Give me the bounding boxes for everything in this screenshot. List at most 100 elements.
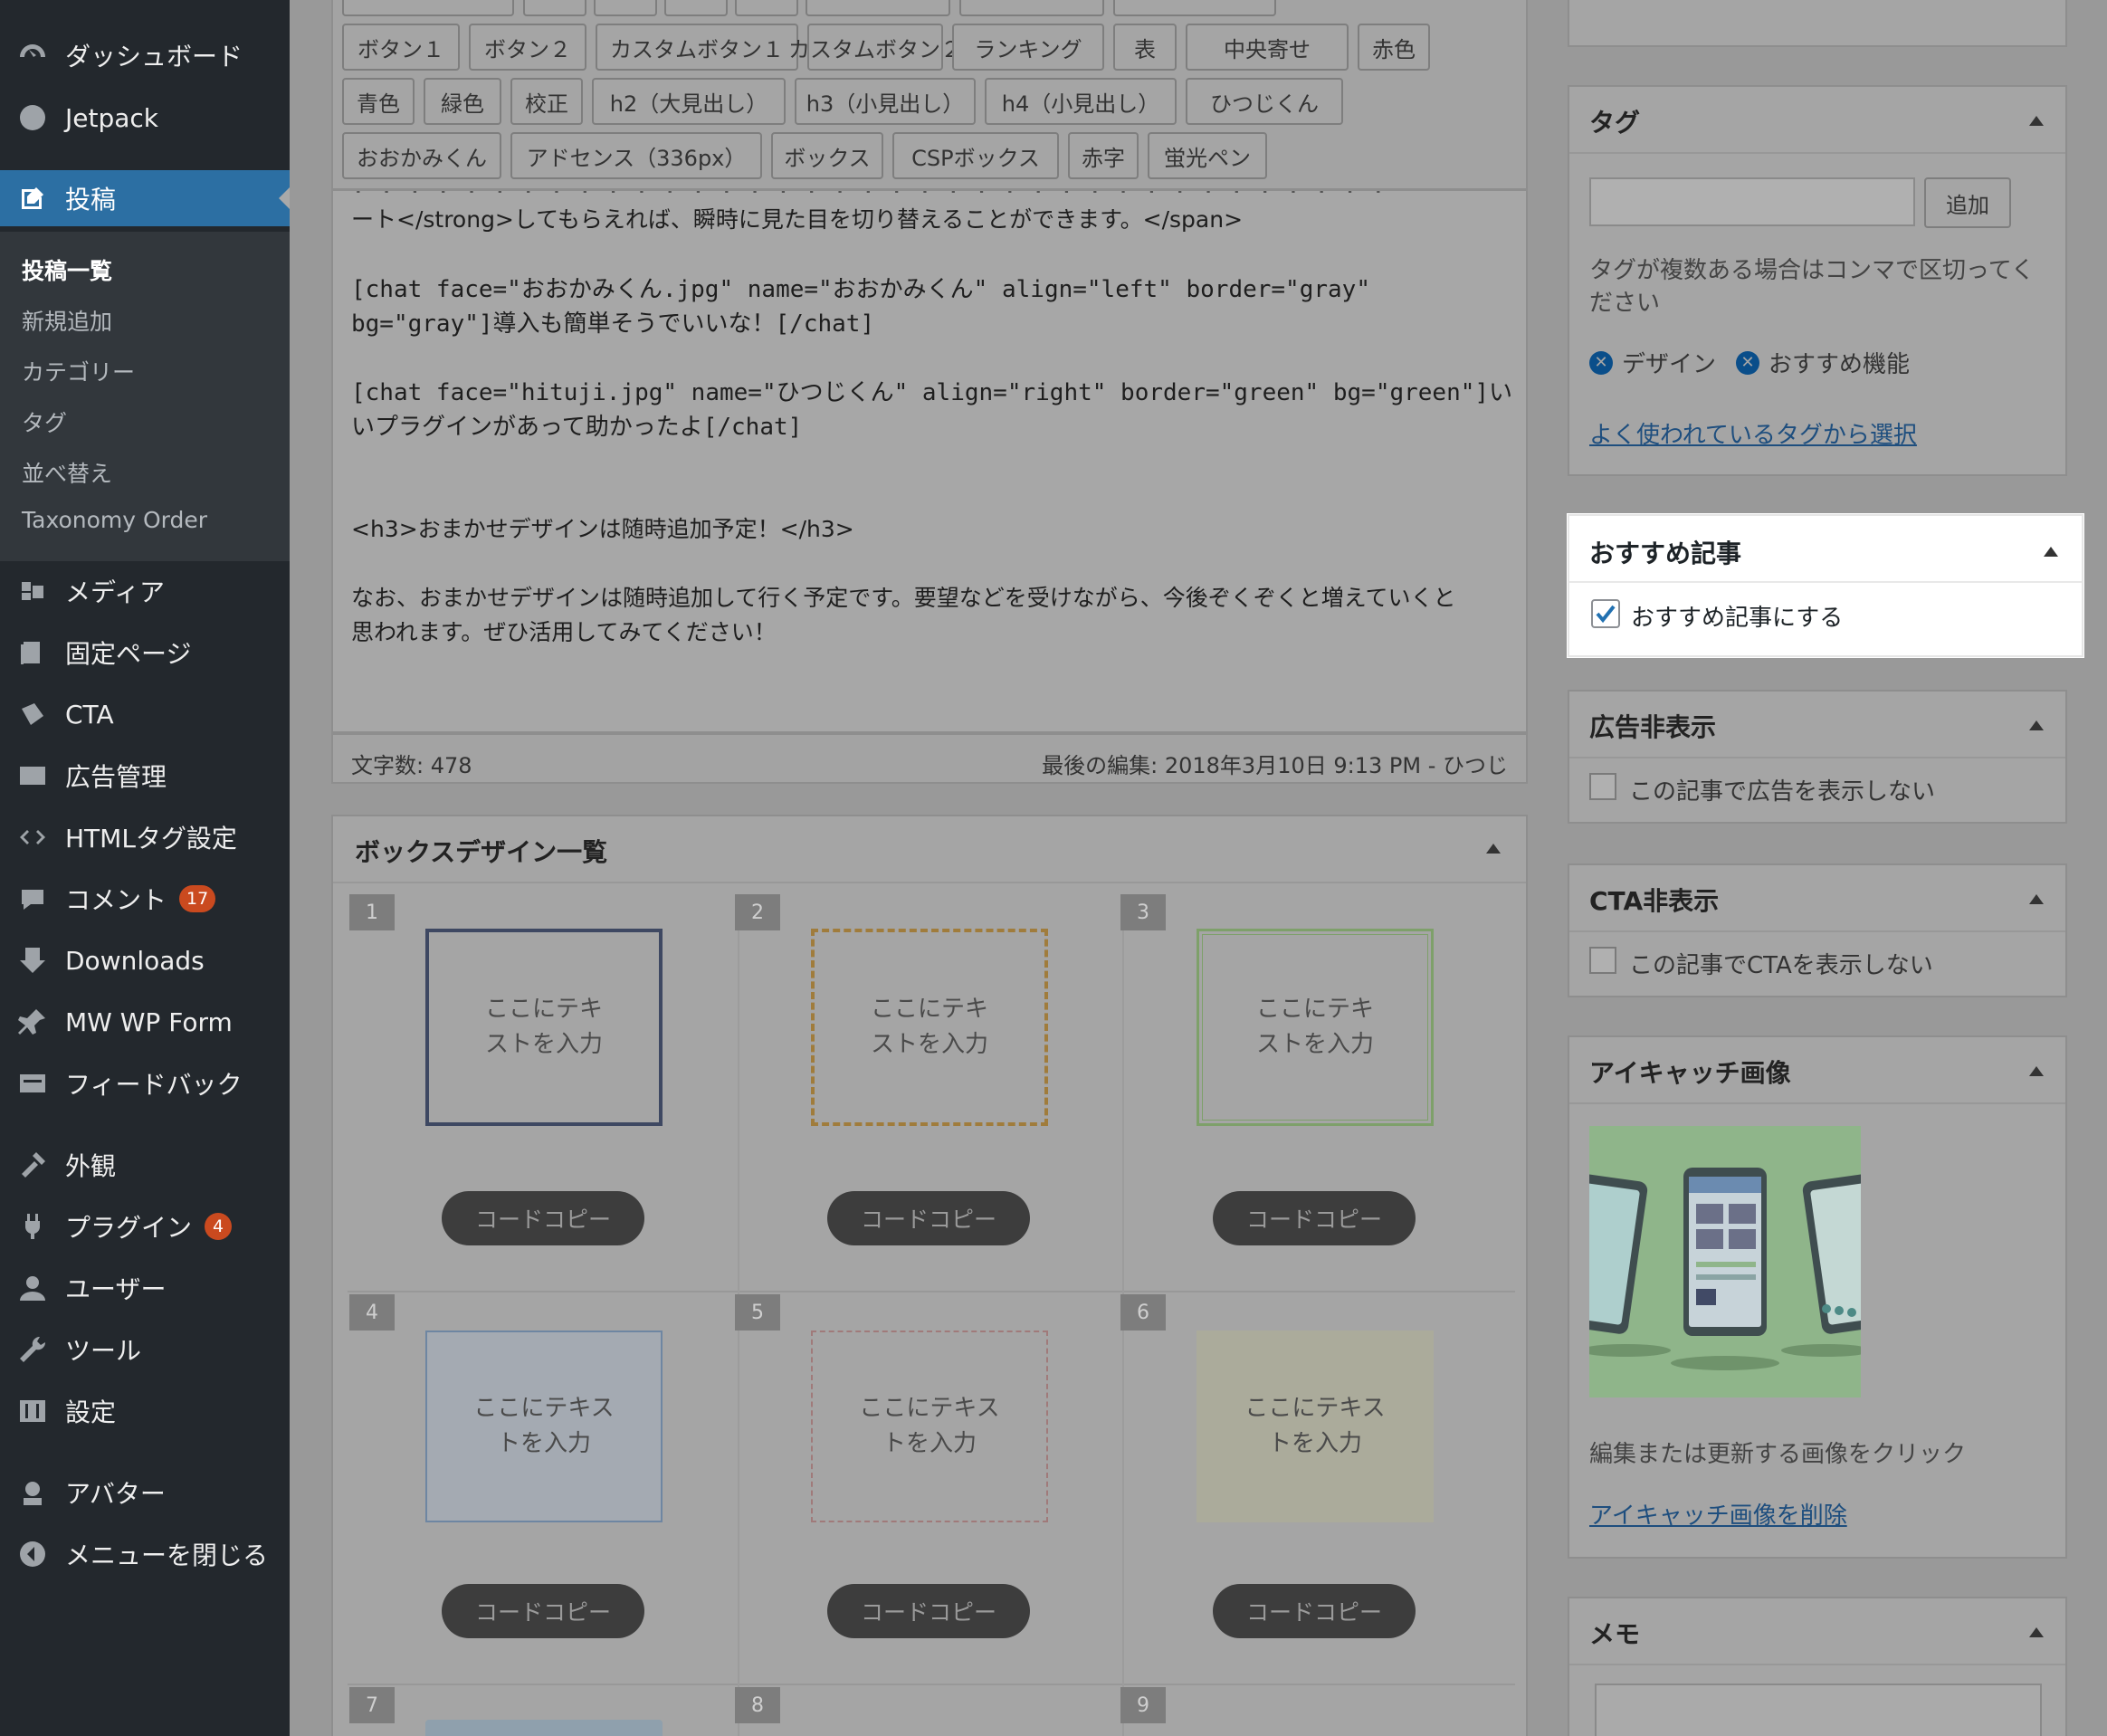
toolbar-button-partial[interactable]	[523, 0, 586, 16]
pin-icon	[0, 1006, 65, 1038]
box-design-sample: ここにテキス トを入力	[811, 1331, 1048, 1522]
menu-item-plugins[interactable]: プラグイン 4	[0, 1198, 290, 1254]
plugins-icon	[0, 1210, 65, 1243]
menu-item-code[interactable]: HTMLタグ設定	[0, 809, 290, 865]
menu-item-collapse[interactable]: メニューを閉じる	[0, 1526, 290, 1582]
featured-image-title: アイキャッチ画像	[1589, 1058, 1791, 1088]
editor-line: bg="gray"]導入も簡単そうでいいな！[/chat]	[351, 310, 875, 338]
quicktag-button[interactable]: ひつじくん	[1186, 78, 1343, 125]
quicktag-button[interactable]: アドセンス（336px）	[510, 132, 762, 179]
menu-item-label: プラグイン	[65, 1213, 193, 1243]
toolbar-button-partial[interactable]	[342, 0, 514, 16]
copy-code-button[interactable]: コードコピー	[442, 1584, 644, 1638]
content-textarea[interactable]: · · · · · · · · · · · · · · · · · · · · …	[331, 190, 1528, 733]
toolbar-button-partial[interactable]	[735, 0, 798, 16]
hide-ads-checkbox[interactable]	[1589, 773, 1616, 800]
menu-item-posts[interactable]: 投稿	[0, 170, 290, 226]
box-design-sample: ここにテキ ストを入力	[425, 929, 663, 1126]
submenu-item[interactable]: 新規追加	[22, 304, 112, 337]
box-divider	[1569, 581, 2082, 583]
quicktag-button[interactable]: ボタン１	[342, 24, 460, 71]
last-edited: 最後の編集: 2018年3月10日 9:13 PM - ひつじ	[1042, 753, 1508, 778]
memo-textarea[interactable]	[1595, 1684, 2042, 1736]
quicktag-button[interactable]: ボックス	[771, 132, 883, 179]
menu-item-feedback[interactable]: フィードバック	[0, 1055, 290, 1111]
toolbar-button-partial[interactable]	[664, 0, 728, 16]
quicktag-button[interactable]: 校正	[510, 78, 583, 125]
quicktag-button[interactable]: h2（大見出し）	[592, 78, 786, 125]
menu-item-tools[interactable]: ツール	[0, 1321, 290, 1378]
menu-item-users[interactable]: ユーザー	[0, 1260, 290, 1316]
quicktag-button[interactable]: 赤字	[1068, 132, 1139, 179]
quicktag-button[interactable]: カスタムボタン１	[596, 24, 798, 71]
menu-item-label: コメント	[65, 885, 167, 915]
copy-code-button[interactable]: コードコピー	[442, 1191, 644, 1245]
menu-item-pin[interactable]: MW WP Form	[0, 994, 290, 1050]
menu-item-download[interactable]: Downloads	[0, 932, 290, 988]
copy-code-button[interactable]: コードコピー	[1213, 1584, 1416, 1638]
collapse-arrow-icon[interactable]	[2029, 894, 2044, 904]
submenu-item[interactable]: 投稿一覧	[22, 253, 112, 286]
toolbar-button-partial[interactable]	[806, 0, 950, 16]
toolbar-button-partial[interactable]	[959, 0, 1104, 16]
submenu-item[interactable]: タグ	[22, 405, 67, 438]
collapse-arrow-icon[interactable]	[2029, 1627, 2044, 1637]
collapse-arrow-icon[interactable]	[2029, 720, 2044, 730]
add-tag-button[interactable]: 追加	[1924, 177, 2011, 228]
tags-box: タグ 追加 タグが複数ある場合はコンマで区切ってく ださい ✕ デザイン ✕ お…	[1568, 85, 2067, 476]
menu-item-dashboard[interactable]: ダッシュボード	[0, 27, 290, 83]
menu-item-avatar[interactable]: アバター	[0, 1464, 290, 1521]
quicktag-button[interactable]: 青色	[342, 78, 415, 125]
menu-item-label: 設定	[65, 1397, 117, 1427]
box-design-sample: ここにテキ ストを入力	[1197, 929, 1434, 1126]
collapse-arrow-icon[interactable]	[2029, 116, 2044, 126]
hide-cta-checkbox[interactable]	[1589, 947, 1616, 974]
remove-tag-icon[interactable]: ✕	[1736, 350, 1759, 375]
quicktag-button[interactable]: 赤色	[1358, 24, 1430, 71]
quicktag-button[interactable]: 表	[1113, 24, 1177, 71]
box-number-label: 5	[735, 1294, 780, 1331]
copy-code-button[interactable]: コードコピー	[827, 1191, 1030, 1245]
menu-item-label: Jetpack	[65, 102, 159, 133]
box-design-panel: ボックスデザイン一覧 1 ここにテキ ストを入力 コードコピー 2 ここにテキ ストを入…	[331, 815, 1528, 1736]
quicktag-button[interactable]: 緑色	[424, 78, 501, 125]
menu-item-cta[interactable]: CTA	[0, 686, 290, 742]
featured-checkbox[interactable]	[1591, 599, 1620, 628]
toolbar-button-partial[interactable]	[1113, 0, 1276, 16]
menu-item-ad-management[interactable]: 広告管理	[0, 748, 290, 804]
submenu-item[interactable]: Taxonomy Order	[22, 507, 207, 533]
tags-help: ださい	[1589, 290, 1661, 317]
menu-item-pages[interactable]: 固定ページ	[0, 625, 290, 681]
menu-item-appearance[interactable]: 外観	[0, 1137, 290, 1193]
featured-image-thumbnail[interactable]	[1589, 1126, 1861, 1397]
editor-line: ート</strong>してもらえれば、瞬時に見た目を切り替えることができます。<…	[351, 206, 1244, 233]
toolbar-button-partial[interactable]	[594, 0, 657, 16]
quicktag-button[interactable]: ボタン２	[469, 24, 586, 71]
copy-code-button[interactable]: コードコピー	[1213, 1191, 1416, 1245]
quicktag-button[interactable]: 蛍光ペン	[1148, 132, 1267, 179]
box-number-label: 8	[735, 1687, 780, 1723]
new-tag-input[interactable]	[1589, 177, 1915, 226]
submenu-item[interactable]: 並べ替え	[22, 456, 112, 489]
quicktag-button[interactable]: 中央寄せ	[1186, 24, 1349, 71]
choose-tags-link[interactable]: よく使われているタグから選択	[1589, 416, 1917, 450]
menu-item-media[interactable]: メディア	[0, 563, 290, 619]
quicktag-button[interactable]: ランキング	[952, 24, 1104, 71]
quicktag-button[interactable]: h4（小見出し）	[985, 78, 1177, 125]
submenu-item[interactable]: カテゴリー	[22, 355, 135, 387]
quicktag-button[interactable]: h3（小見出し）	[795, 78, 976, 125]
collapse-arrow-icon[interactable]	[2029, 1066, 2044, 1076]
menu-item-settings[interactable]: 設定	[0, 1383, 290, 1439]
menu-item-jetpack[interactable]: Jetpack	[0, 90, 290, 146]
copy-code-button[interactable]: コードコピー	[827, 1584, 1030, 1638]
quicktag-button[interactable]: カスタムボタン２	[788, 24, 962, 71]
remove-featured-image-link[interactable]: アイキャッチ画像を削除	[1589, 1497, 1847, 1531]
menu-item-label: 固定ページ	[65, 639, 192, 669]
quicktag-button[interactable]: おおかみくん	[342, 132, 501, 179]
quicktag-button[interactable]: CSPボックス	[892, 132, 1059, 179]
hide-ads-checkbox-label: この記事で広告を表示しない	[1629, 778, 1936, 806]
remove-tag-icon[interactable]: ✕	[1589, 350, 1613, 375]
menu-item-comments[interactable]: コメント 17	[0, 871, 290, 927]
collapse-arrow-icon[interactable]	[2044, 547, 2058, 557]
collapse-arrow-icon[interactable]	[1486, 844, 1501, 854]
